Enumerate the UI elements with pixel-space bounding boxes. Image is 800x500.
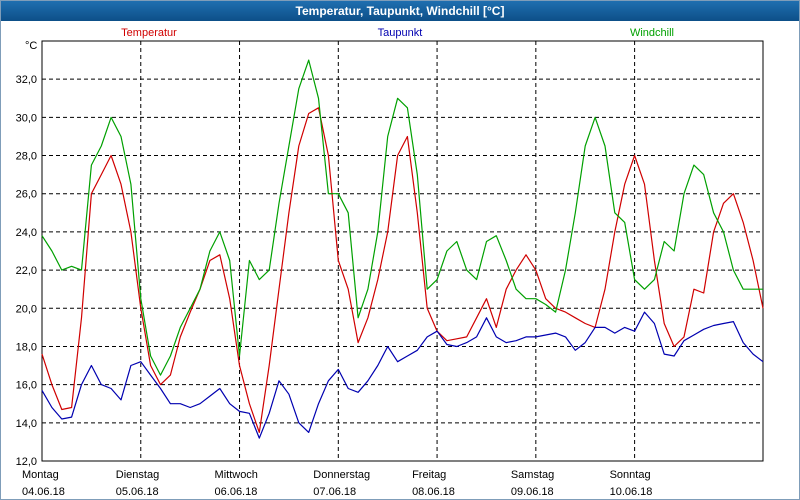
y-axis-unit: °C bbox=[25, 40, 37, 52]
x-tick-day: Freitag bbox=[412, 469, 446, 481]
x-tick-day: Samstag bbox=[511, 469, 554, 481]
y-tick-label: 28,0 bbox=[16, 151, 37, 163]
x-tick-date: 07.06.18 bbox=[313, 486, 356, 498]
y-tick-label: 26,0 bbox=[16, 189, 37, 201]
x-tick-day: Mittwoch bbox=[215, 469, 258, 481]
series-line-windchill bbox=[41, 59, 763, 376]
legend-taupunkt: Taupunkt bbox=[378, 27, 423, 39]
x-tick-day: Donnerstag bbox=[313, 469, 370, 481]
y-tick-label: 18,0 bbox=[16, 341, 37, 353]
x-tick-date: 05.06.18 bbox=[116, 486, 159, 498]
x-tick-day: Montag bbox=[22, 469, 59, 481]
x-tick-day: Dienstag bbox=[116, 469, 159, 481]
x-tick-date: 09.06.18 bbox=[511, 486, 554, 498]
x-tick-date: 10.06.18 bbox=[610, 486, 653, 498]
y-tick-labels: 12,0 14,0 16,0 18,0 20,0 22,0 24,0 26,0 28,0 30,0… bbox=[16, 74, 37, 468]
y-tick-label: 16,0 bbox=[16, 380, 37, 392]
x-tick-date: 04.06.18 bbox=[22, 486, 65, 498]
y-tick-label: 20,0 bbox=[16, 303, 37, 315]
y-tick-label: 22,0 bbox=[16, 265, 37, 277]
series-lines bbox=[41, 59, 764, 439]
grid-lines bbox=[42, 41, 763, 462]
chart-window: Temperatur, Taupunkt, Windchill [°C] 12,… bbox=[0, 0, 800, 500]
legend: Temperatur Taupunkt Windchill bbox=[121, 27, 674, 39]
plot-area-border bbox=[41, 40, 764, 462]
y-tick-label: 12,0 bbox=[16, 456, 37, 468]
x-tick-date: 06.06.18 bbox=[215, 486, 258, 498]
series-line-taupunkt bbox=[41, 311, 764, 439]
x-tick-date: 08.06.18 bbox=[412, 486, 455, 498]
y-tick-label: 30,0 bbox=[16, 112, 37, 124]
chart-canvas: 12,0 14,0 16,0 18,0 20,0 22,0 24,0 26,0 28,0 30,0… bbox=[16, 27, 764, 498]
y-tick-label: 24,0 bbox=[16, 227, 37, 239]
y-tick-label: 14,0 bbox=[16, 418, 37, 430]
x-tick-day: Sonntag bbox=[610, 469, 651, 481]
legend-temperatur: Temperatur bbox=[121, 27, 177, 39]
legend-windchill: Windchill bbox=[630, 27, 674, 39]
x-tick-labels: Montag 04.06.18 Dienstag 05.06.18 Mittwoch 06… bbox=[22, 469, 652, 498]
y-tick-label: 32,0 bbox=[16, 74, 37, 86]
